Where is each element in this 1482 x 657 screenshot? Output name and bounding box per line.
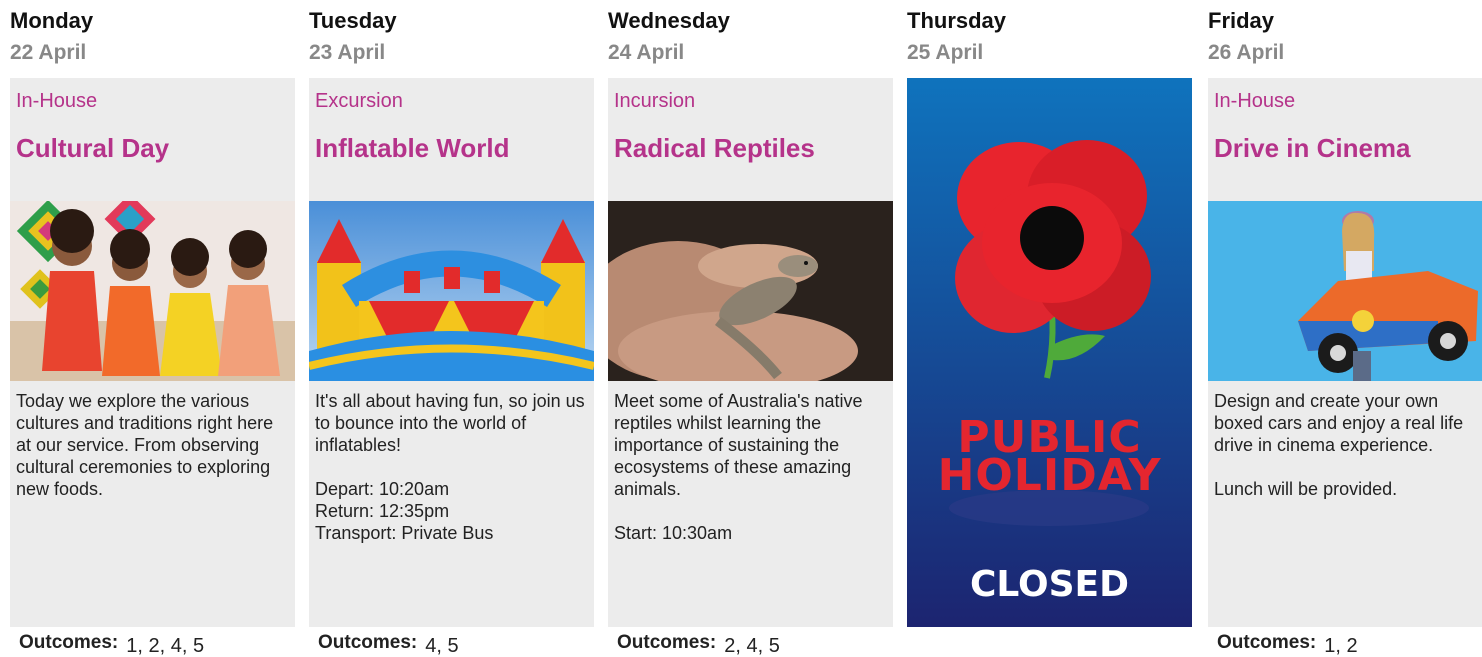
day-date: 22 April xyxy=(10,41,87,64)
activity-description: It's all about having fun, so join us to… xyxy=(315,391,585,543)
outcomes-values: 1, 2 xyxy=(1324,635,1358,657)
day-name: Tuesday xyxy=(309,8,397,33)
day-column-friday: Friday 26 April In-House Drive in Cinema… xyxy=(1208,0,1482,657)
outcomes-values: 2, 4, 5 xyxy=(724,635,780,657)
closed-label: CLOSED xyxy=(969,564,1130,605)
outcomes-label: Outcomes: xyxy=(1217,632,1317,653)
activity-card: Excursion Inflatable World It's all abou… xyxy=(309,78,594,657)
activity-title: Drive in Cinema xyxy=(1214,133,1411,163)
activity-photo-children xyxy=(10,201,295,381)
activity-photo-reptile xyxy=(608,201,893,381)
outcomes-label: Outcomes: xyxy=(318,632,418,653)
activity-description: Design and create your own boxed cars an… xyxy=(1214,391,1464,499)
day-column-tuesday: Tuesday 23 April Excursion Inflatable Wo… xyxy=(309,0,594,657)
activity-photo-boxed-car xyxy=(1208,201,1482,381)
activity-type: Incursion xyxy=(614,90,696,112)
day-name: Monday xyxy=(10,8,94,33)
day-date: 24 April xyxy=(608,41,685,64)
day-date: 23 April xyxy=(309,41,386,64)
outcomes: Outcomes: 1, 2, 4, 5 xyxy=(19,631,205,657)
day-name: Thursday xyxy=(907,8,1007,33)
activity-card: In-House Cultural Day Today we explore t… xyxy=(10,78,295,657)
activity-description: Meet some of Australia's native reptiles… xyxy=(614,391,863,543)
day-column-thursday: Thursday 25 April PUBLIC HOLIDAY CLOSED xyxy=(907,0,1192,627)
outcomes: Outcomes: 4, 5 xyxy=(318,631,459,657)
outcomes: Outcomes: 2, 4, 5 xyxy=(617,631,780,657)
activity-card: In-House Drive in Cinema Design and crea… xyxy=(1208,78,1482,657)
public-holiday-line2: HOLIDAY xyxy=(937,450,1162,501)
day-column-wednesday: Wednesday 24 April Incursion Radical Rep… xyxy=(608,0,893,657)
activity-title: Radical Reptiles xyxy=(614,133,815,163)
activity-description: Today we explore the various cultures an… xyxy=(16,391,274,499)
day-date: 26 April xyxy=(1208,41,1285,64)
outcomes-label: Outcomes: xyxy=(617,632,717,653)
activity-type: In-House xyxy=(16,90,98,112)
activity-card: Incursion Radical Reptiles Meet some of … xyxy=(608,78,893,657)
activity-title: Inflatable World xyxy=(315,133,510,163)
activity-photo-inflatable xyxy=(309,201,594,381)
outcomes-values: 4, 5 xyxy=(425,635,459,657)
outcomes-values: 1, 2, 4, 5 xyxy=(126,635,205,657)
activity-type: Excursion xyxy=(315,90,403,112)
day-column-monday: Monday 22 April In-House Cultural Day To… xyxy=(10,0,295,657)
day-date: 25 April xyxy=(907,41,984,64)
day-name: Wednesday xyxy=(608,8,730,33)
outcomes-label: Outcomes: xyxy=(19,632,119,653)
outcomes: Outcomes: 1, 2 xyxy=(1217,631,1358,657)
public-holiday-panel: PUBLIC HOLIDAY CLOSED xyxy=(907,78,1192,627)
activity-type: In-House xyxy=(1214,90,1296,112)
day-name: Friday xyxy=(1208,8,1275,33)
activity-title: Cultural Day xyxy=(16,133,170,163)
